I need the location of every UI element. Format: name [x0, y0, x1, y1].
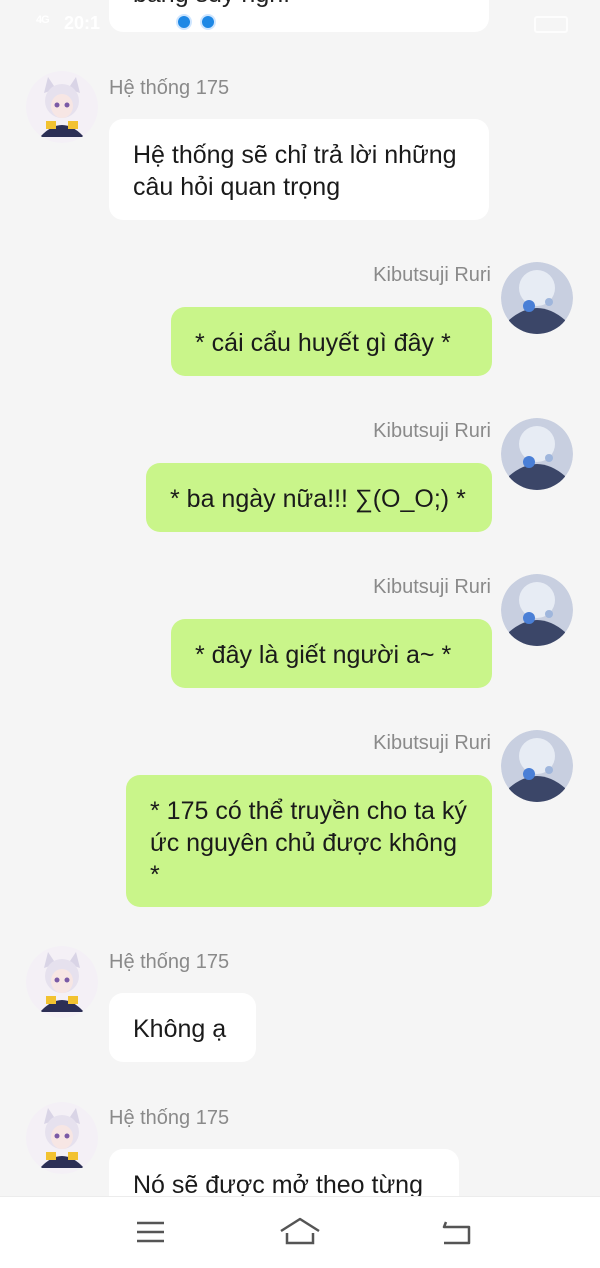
- sender-name: Kibutsuji Ruri: [373, 576, 491, 598]
- home-icon[interactable]: [270, 1213, 330, 1253]
- message-bubble[interactable]: Không ạ: [109, 993, 256, 1062]
- message-bubble-own[interactable]: * cái cẩu huyết gì đây *: [171, 307, 492, 376]
- message-text: * 175 có thể truyền cho ta ký ức nguyên …: [150, 797, 467, 889]
- message-bubble-own[interactable]: * đây là giết người a~ *: [171, 619, 492, 688]
- avatar-system[interactable]: [26, 946, 98, 1018]
- message-text: * ba ngày nữa!!! ∑(O_O;) *: [170, 485, 466, 513]
- message-bubble[interactable]: Hệ thống sẽ chỉ trả lời những câu hỏi qu…: [109, 119, 489, 220]
- message-text: * đây là giết người a~ *: [195, 641, 452, 669]
- message-text: Hệ thống sẽ chỉ trả lời những câu hỏi qu…: [133, 141, 457, 201]
- sender-name: Hệ thống 175: [109, 951, 230, 973]
- chat-area[interactable]: bằng suy nghĩ Hệ thống 175 Hệ thống sẽ c…: [0, 0, 600, 1196]
- app-notification-icon: [200, 14, 216, 30]
- status-time: 20:1: [64, 13, 101, 33]
- sender-name: Hệ thống 175: [109, 1107, 230, 1129]
- message-text: Không ạ: [133, 1015, 227, 1043]
- message-bubble[interactable]: Nó sẽ được mở theo từng: [109, 1149, 459, 1196]
- status-bar: 4G 20:1: [0, 0, 600, 48]
- avatar-user[interactable]: [501, 574, 573, 646]
- avatar-user[interactable]: [501, 418, 573, 490]
- avatar-user[interactable]: [501, 730, 573, 802]
- message-bubble-own[interactable]: * ba ngày nữa!!! ∑(O_O;) *: [146, 463, 492, 532]
- cloud-icon: [176, 14, 192, 30]
- notification-icons: [176, 14, 216, 30]
- sender-name: Kibutsuji Ruri: [373, 264, 491, 286]
- signal-indicator: 4G: [36, 14, 50, 26]
- back-icon[interactable]: [428, 1213, 488, 1253]
- battery-icon: [534, 16, 568, 33]
- sender-name: Kibutsuji Ruri: [373, 732, 491, 754]
- avatar-system[interactable]: [26, 1102, 98, 1174]
- avatar-user[interactable]: [501, 262, 573, 334]
- message-text: Nó sẽ được mở theo từng: [133, 1171, 423, 1196]
- navigation-bar: [0, 1196, 600, 1268]
- avatar-system[interactable]: [26, 71, 98, 143]
- sender-name: Kibutsuji Ruri: [373, 420, 491, 442]
- sender-name: Hệ thống 175: [109, 77, 230, 99]
- message-bubble-own[interactable]: * 175 có thể truyền cho ta ký ức nguyên …: [126, 775, 492, 907]
- message-text: * cái cẩu huyết gì đây *: [195, 329, 451, 357]
- menu-icon[interactable]: [120, 1213, 180, 1253]
